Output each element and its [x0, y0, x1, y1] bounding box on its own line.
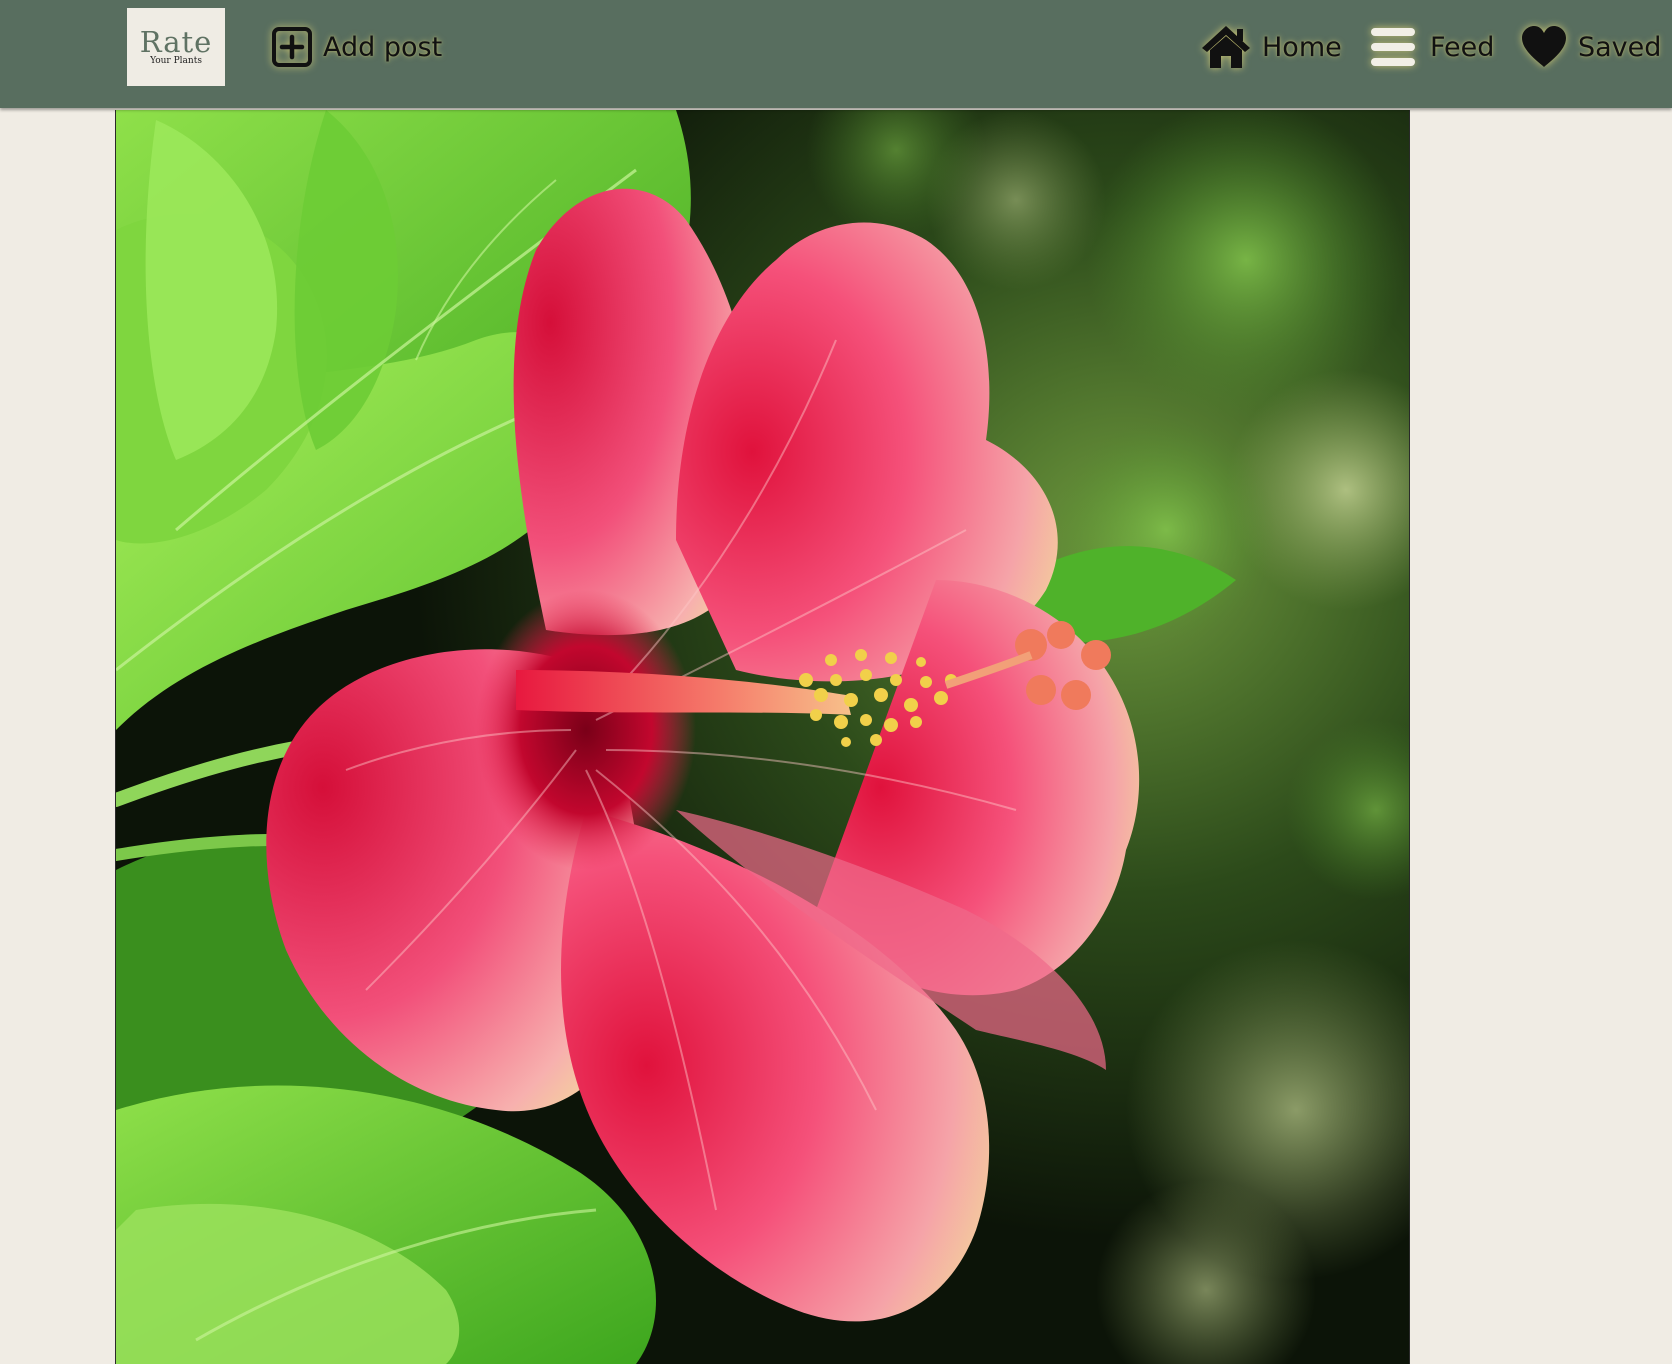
add-post-label: Add post: [323, 31, 443, 63]
post-image[interactable]: [115, 110, 1410, 1364]
heart-icon: [1520, 25, 1568, 69]
logo-subtitle: Your Plants: [150, 56, 202, 66]
nav-home[interactable]: Home: [1200, 22, 1342, 72]
plus-square-icon: [271, 26, 313, 68]
hibiscus-photo: [116, 110, 1409, 1364]
nav-feed[interactable]: Feed: [1370, 22, 1494, 72]
logo-title: Rate: [139, 25, 213, 59]
nav-home-label: Home: [1262, 31, 1342, 63]
menu-icon: [1370, 26, 1416, 68]
nav-saved-label: Saved: [1578, 31, 1662, 63]
logo[interactable]: Rate Your Plants: [127, 8, 225, 86]
top-navigation-bar: Rate Your Plants Add post Home Feed Save…: [0, 0, 1672, 108]
add-post-button[interactable]: Add post: [271, 22, 442, 72]
nav-saved[interactable]: Saved: [1520, 22, 1661, 72]
home-icon: [1200, 24, 1252, 70]
nav-feed-label: Feed: [1430, 31, 1495, 63]
